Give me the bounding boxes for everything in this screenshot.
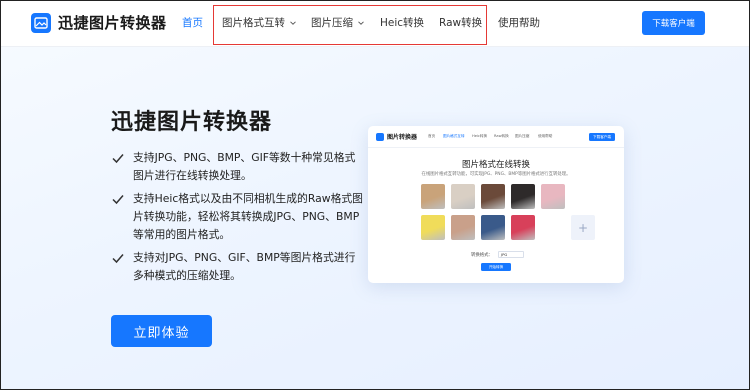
check-icon bbox=[112, 254, 124, 264]
page-frame: 迅捷图片转换器 首页 图片格式互转 图片压缩 Heic转换 Raw转换 使用帮助 bbox=[0, 0, 750, 390]
preview-thumbnail bbox=[481, 215, 505, 240]
check-icon bbox=[112, 154, 124, 164]
feature-list: 支持JPG、PNG、BMP、GIF等数十种常见格式图片进行在线转换处理。 支持H… bbox=[111, 149, 366, 290]
preview-thumbnail bbox=[511, 215, 535, 240]
logo-text: 迅捷图片转换器 bbox=[58, 14, 167, 32]
top-header: 迅捷图片转换器 首页 图片格式互转 图片压缩 Heic转换 Raw转换 使用帮助 bbox=[1, 1, 749, 47]
try-now-button[interactable]: 立即体验 bbox=[111, 315, 212, 347]
preview-thumbnail bbox=[481, 184, 505, 209]
preview-start-button: 开始转换 bbox=[481, 263, 511, 271]
preview-header: 图片转换器 首页 图片格式互转 Heic转换 Raw转换 图片压缩 使用帮助 下… bbox=[368, 126, 624, 148]
preview-nav-item: 使用帮助 bbox=[538, 134, 553, 138]
feature-item: 支持JPG、PNG、BMP、GIF等数十种常见格式图片进行在线转换处理。 bbox=[111, 149, 366, 185]
preview-logo: 图片转换器 bbox=[376, 132, 417, 141]
site-logo[interactable]: 迅捷图片转换器 bbox=[31, 12, 167, 33]
feature-text: 支持Heic格式以及由不同相机生成的Raw格式图片转换功能，轻松将其转换成JPG… bbox=[133, 192, 363, 241]
preview-nav-item: 图片格式互转 bbox=[443, 134, 465, 138]
nav-item-help[interactable]: 使用帮助 bbox=[498, 15, 540, 30]
preview-nav-item: 图片压缩 bbox=[515, 134, 530, 138]
feature-text: 支持JPG、PNG、BMP、GIF等数十种常见格式图片进行在线转换处理。 bbox=[133, 151, 356, 182]
nav-item-label: 使用帮助 bbox=[498, 17, 540, 29]
feature-text: 支持对JPG、PNG、GIF、BMP等图片格式进行多种模式的压缩处理。 bbox=[133, 251, 356, 282]
preview-thumbnail bbox=[511, 184, 535, 209]
feature-item: 支持Heic格式以及由不同相机生成的Raw格式图片转换功能，轻松将其转换成JPG… bbox=[111, 190, 366, 244]
preview-download-button: 下载客户端 bbox=[589, 133, 615, 141]
app-preview-screenshot: 图片转换器 首页 图片格式互转 Heic转换 Raw转换 图片压缩 使用帮助 下… bbox=[368, 126, 624, 283]
hero-title: 迅捷图片转换器 bbox=[111, 110, 273, 135]
feature-item: 支持对JPG、PNG、GIF、BMP等图片格式进行多种模式的压缩处理。 bbox=[111, 249, 366, 285]
preview-logo-text: 图片转换器 bbox=[387, 134, 418, 141]
preview-thumbnail bbox=[421, 215, 445, 240]
preview-nav-item: Raw转换 bbox=[494, 134, 509, 138]
preview-format-row: 转换格式： JPG bbox=[471, 251, 524, 258]
preview-thumbnail bbox=[541, 184, 565, 209]
check-icon bbox=[112, 195, 124, 205]
preview-add-icon: + bbox=[571, 215, 595, 240]
highlight-annotation-box bbox=[213, 5, 487, 45]
nav-item-home[interactable]: 首页 bbox=[182, 15, 203, 30]
nav-item-label: 首页 bbox=[182, 17, 203, 29]
preview-format-select: JPG bbox=[497, 251, 524, 258]
preview-title: 图片格式在线转换 bbox=[461, 160, 530, 170]
download-client-button[interactable]: 下载客户端 bbox=[642, 11, 705, 35]
preview-subtitle: 在线图片格式互转功能，可实现JPG、PNG、BMP等图片格式进行互转处理。 bbox=[421, 172, 571, 177]
preview-nav-item: Heic转换 bbox=[472, 134, 488, 138]
preview-logo-icon bbox=[376, 132, 384, 141]
preview-format-label: 转换格式： bbox=[471, 252, 493, 258]
preview-thumbnail bbox=[451, 184, 475, 209]
preview-thumbnail bbox=[451, 215, 475, 240]
preview-nav-item: 首页 bbox=[428, 134, 436, 138]
logo-image-icon bbox=[31, 12, 51, 33]
preview-thumbnail bbox=[421, 184, 445, 209]
